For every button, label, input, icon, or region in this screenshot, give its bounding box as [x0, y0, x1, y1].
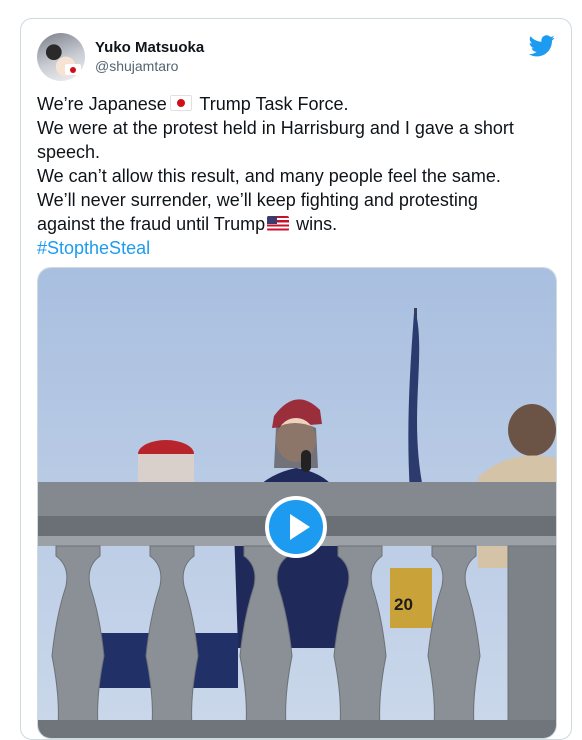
hashtag-link[interactable]: #StoptheSteal [37, 236, 557, 260]
play-icon[interactable] [265, 496, 327, 558]
tweet-line: against the fraud until Trump wins. [37, 214, 338, 234]
japan-flag-icon [169, 95, 192, 111]
twitter-bird-icon[interactable] [529, 35, 555, 57]
jersey-number: 20 [394, 595, 413, 614]
tweet-header: Yuko Matsuoka @shujamtaro [37, 33, 555, 81]
japan-flag-icon [65, 64, 81, 75]
tweet-text: We’re Japanese Trump Task Force. We were… [37, 92, 557, 260]
us-flag-icon [267, 216, 290, 231]
avatar[interactable] [37, 33, 85, 81]
tweet-line: We can’t allow this result, and many peo… [37, 166, 501, 186]
video-player[interactable]: 20 [37, 267, 557, 739]
author-name[interactable]: Yuko Matsuoka [95, 39, 204, 56]
tweet-line: speech. [37, 142, 101, 162]
tweet-line: We’re Japanese Trump Task Force. [37, 94, 349, 114]
author-handle[interactable]: @shujamtaro [95, 58, 178, 74]
tweet-card[interactable]: Yuko Matsuoka @shujamtaro We’re Japanese… [20, 18, 572, 740]
tweet-line: We were at the protest held in Harrisbur… [37, 118, 514, 138]
tweet-line: We’ll never surrender, we’ll keep fighti… [37, 190, 478, 210]
